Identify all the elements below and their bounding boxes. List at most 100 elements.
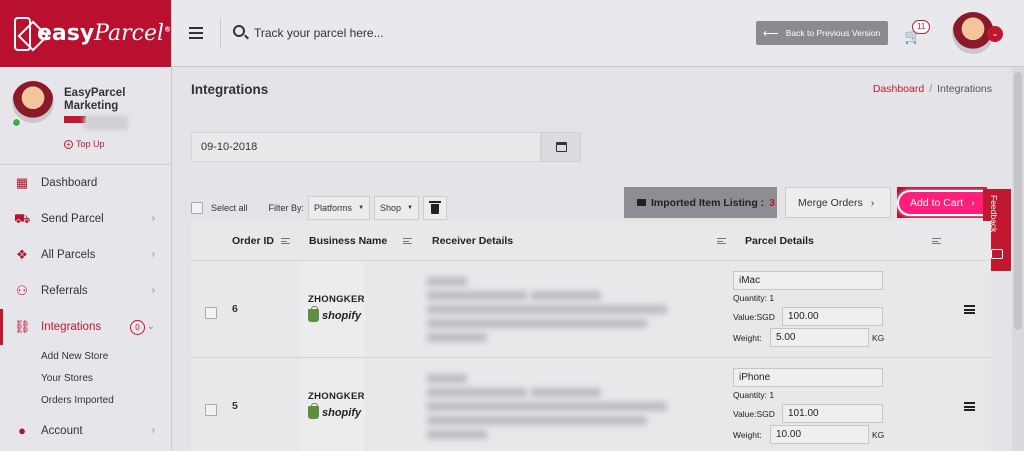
breadcrumb-current: Integrations	[937, 83, 992, 95]
date-input[interactable]	[191, 132, 541, 162]
topup-link[interactable]: + Top Up	[64, 139, 105, 149]
row-checkbox[interactable]	[205, 307, 217, 319]
divider	[220, 18, 221, 48]
sidebar-item-send-parcel[interactable]: ⛟ Send Parcel ›	[0, 201, 171, 237]
cart-button[interactable]: 🛒 11	[902, 20, 932, 46]
referrals-icon: ⚇	[16, 283, 28, 298]
shop-select[interactable]: Shop ▼	[374, 196, 419, 220]
caret-down-icon: ▼	[407, 205, 413, 211]
sidebar-item-referrals[interactable]: ⚇ Referrals ›	[0, 273, 171, 309]
link-icon: ⛓	[14, 319, 31, 334]
row-menu-icon[interactable]	[964, 305, 975, 314]
orders-table: Order ID Business Name Receiver Details …	[191, 221, 991, 451]
item-name-field[interactable]: iPhone	[733, 368, 883, 387]
platforms-select[interactable]: Platforms ▼	[308, 196, 371, 220]
back-to-previous-version-button[interactable]: ⟵ Back to Previous Version	[756, 21, 888, 45]
chevron-right-icon: ›	[870, 196, 875, 209]
chevron-down-icon[interactable]: ⌄	[987, 26, 1003, 42]
integrations-badge: 0	[130, 320, 145, 335]
profile-panel: EasyParcel Marketing + Top Up	[0, 67, 171, 165]
sidebar-subitem-orders-imported[interactable]: Orders Imported	[0, 389, 171, 411]
order-id: 6	[232, 303, 238, 315]
parcels-icon: ❖	[16, 247, 28, 262]
weight-field[interactable]: 10.00	[770, 425, 869, 444]
calendar-icon	[555, 142, 567, 152]
easyparcel-logo-icon	[14, 16, 31, 51]
delete-button[interactable]	[423, 196, 447, 220]
topup-label: Top Up	[76, 139, 105, 149]
merge-orders-button[interactable]: Merge Orders ›	[785, 187, 891, 218]
header-order-id[interactable]: Order ID	[232, 235, 274, 247]
value-label: Value:SGD	[733, 312, 775, 322]
value-field[interactable]: 100.00	[782, 307, 883, 326]
scrollbar[interactable]	[1012, 67, 1024, 451]
flag-icon	[64, 116, 86, 123]
profile-name: EasyParcel Marketing	[64, 87, 126, 112]
scrollbar-thumb[interactable]	[1014, 72, 1022, 330]
feedback-icon	[991, 249, 1003, 259]
weight-unit: KG	[872, 333, 885, 343]
arrow-left-icon: ⟵	[763, 27, 779, 40]
shopify-logo: shopify	[308, 306, 361, 322]
select-all-checkbox[interactable]	[191, 202, 203, 214]
quantity-text: Quantity: 1	[733, 293, 775, 303]
table-row: 6 ZHONGKER shopify iMac Quantity: 1 Valu…	[191, 261, 991, 358]
plus-circle-icon: +	[64, 139, 73, 149]
value-label: Value:SGD	[733, 409, 775, 419]
sort-icon[interactable]	[281, 238, 290, 244]
sidebar-subitem-your-stores[interactable]: Your Stores	[0, 367, 171, 389]
user-icon: ●	[18, 423, 26, 438]
sidebar-item-integrations[interactable]: ⛓ Integrations 0 ⌄	[0, 309, 171, 345]
store-name: ZHONGKER	[308, 391, 365, 402]
calendar-button[interactable]	[541, 132, 581, 162]
row-checkbox[interactable]	[205, 404, 217, 416]
page-header: Integrations Dashboard / Integrations	[172, 67, 1024, 111]
table-row: 5 ZHONGKER shopify iPhone Quantity: 1 Va…	[191, 358, 991, 451]
breadcrumb-dashboard[interactable]: Dashboard	[873, 83, 924, 95]
weight-field[interactable]: 5.00	[770, 328, 869, 347]
sort-icon[interactable]	[403, 238, 412, 244]
header-receiver-details[interactable]: Receiver Details	[432, 235, 513, 247]
receiver-details-blurred	[427, 374, 667, 440]
header-business-name[interactable]: Business Name	[309, 235, 387, 247]
header-parcel-details[interactable]: Parcel Details	[745, 235, 814, 247]
trash-icon	[429, 201, 441, 214]
weight-label: Weight:	[733, 430, 762, 440]
logo-bar[interactable]: easyParcel®	[0, 0, 171, 67]
search-icon	[233, 25, 245, 37]
imported-item-listing-button[interactable]: Imported Item Listing : 3	[624, 187, 777, 218]
shopify-bag-icon	[308, 306, 319, 322]
store-name: ZHONGKER	[308, 294, 365, 305]
sidebar-subitem-add-new-store[interactable]: Add New Store	[0, 345, 171, 367]
shopify-logo: shopify	[308, 403, 361, 419]
quantity-text: Quantity: 1	[733, 390, 775, 400]
menu-icon[interactable]	[189, 27, 203, 39]
sidebar-item-dashboard[interactable]: ▦ Dashboard	[0, 165, 171, 201]
list-icon	[637, 199, 646, 206]
shopify-bag-icon	[308, 403, 319, 419]
breadcrumb: Dashboard / Integrations	[872, 83, 992, 95]
order-id: 5	[232, 400, 238, 412]
item-name-field[interactable]: iMac	[733, 271, 883, 290]
sidebar-item-all-parcels[interactable]: ❖ All Parcels ›	[0, 237, 171, 273]
value-field[interactable]: 101.00	[782, 404, 883, 423]
sort-icon[interactable]	[717, 238, 726, 244]
filter-by-label: Filter By:	[268, 203, 305, 213]
caret-down-icon: ▼	[358, 205, 365, 211]
truck-icon: ⛟	[14, 211, 31, 226]
sidebar: easyParcel® EasyParcel Marketing + Top U…	[0, 0, 172, 451]
avatar[interactable]	[12, 81, 54, 123]
select-all-label: Select all	[211, 203, 248, 213]
table-header: Order ID Business Name Receiver Details …	[191, 221, 991, 261]
row-menu-icon[interactable]	[964, 402, 975, 411]
sort-icon[interactable]	[932, 238, 941, 244]
weight-unit: KG	[872, 430, 885, 440]
chevron-down-icon: ⌄	[146, 321, 155, 332]
topbar: ⟵ Back to Previous Version 🛒 11 ⌄	[172, 0, 1024, 67]
chevron-right-icon: ›	[151, 285, 155, 296]
track-parcel-input[interactable]	[254, 23, 554, 43]
weight-label: Weight:	[733, 333, 762, 343]
chevron-right-icon: ›	[151, 425, 155, 436]
sidebar-item-account[interactable]: ● Account ›	[0, 413, 171, 449]
date-filter	[191, 132, 581, 162]
